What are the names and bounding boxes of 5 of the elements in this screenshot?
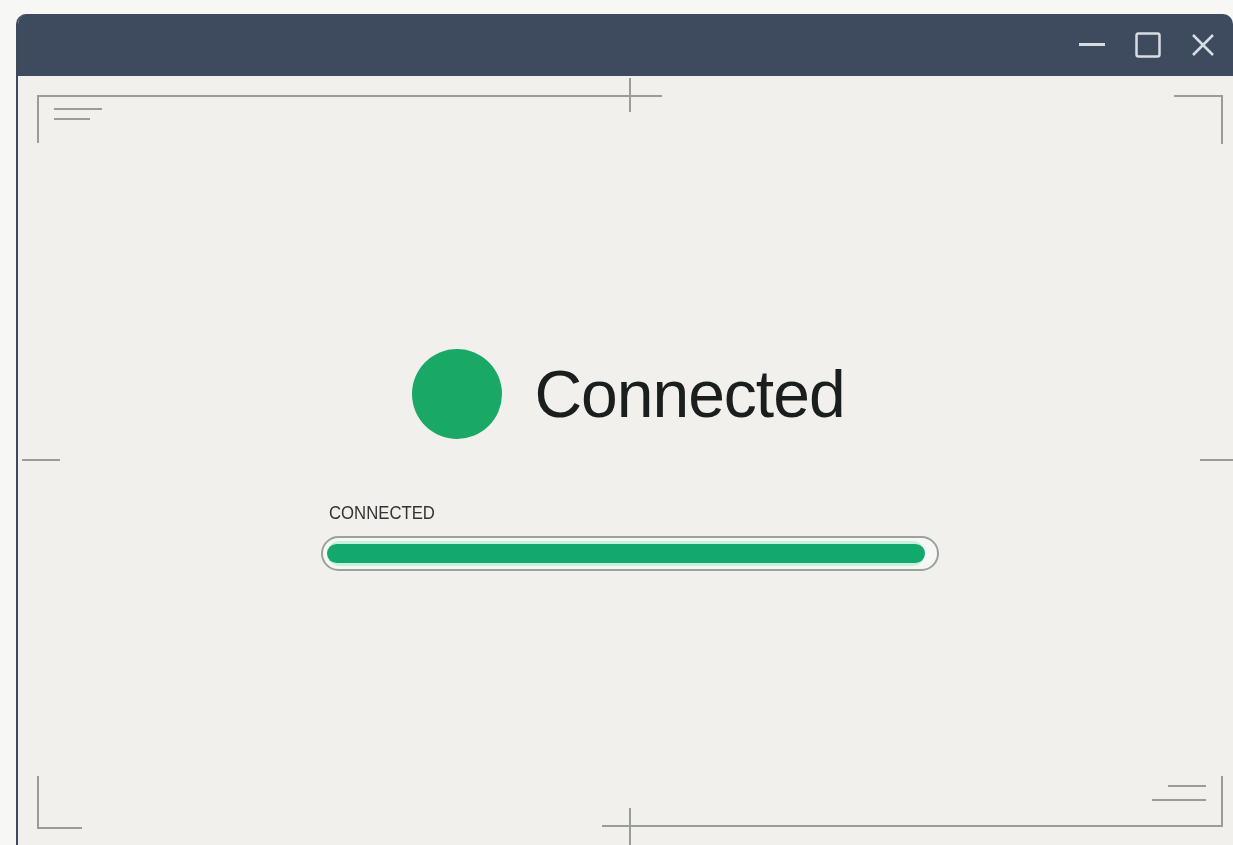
progress-label: CONNECTED bbox=[328, 503, 436, 522]
close-icon[interactable] bbox=[1191, 33, 1215, 57]
maximize-icon[interactable] bbox=[1135, 32, 1161, 58]
status-title: Connected bbox=[534, 361, 845, 427]
minimize-icon[interactable] bbox=[1079, 43, 1105, 47]
